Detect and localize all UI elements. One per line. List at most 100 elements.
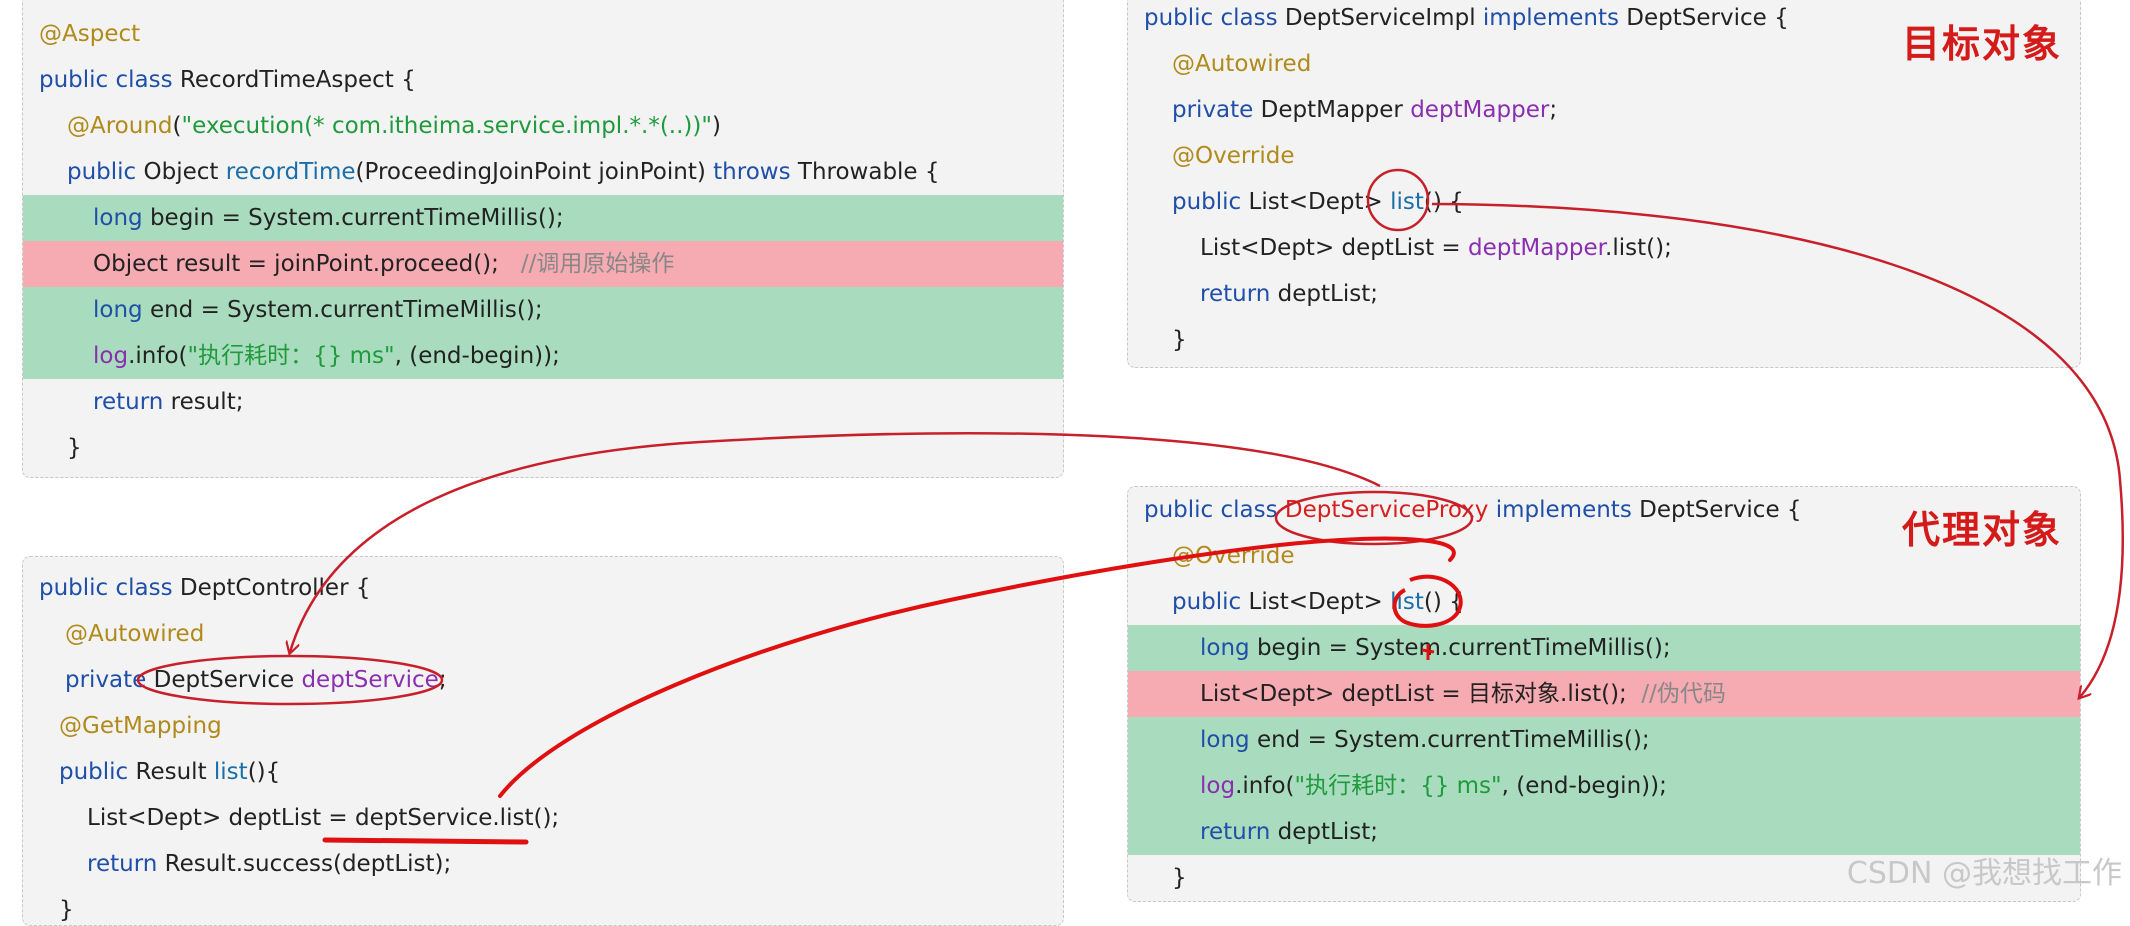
autowired-annotation: @Autowired — [65, 621, 205, 647]
string-literal: "执行耗时：{} ms" — [187, 343, 395, 369]
class-name: DeptController { — [179, 575, 371, 601]
class-name: RecordTimeAspect { — [179, 67, 416, 93]
return-type: List<Dept> — [1248, 589, 1383, 615]
code-line: @Around("execution(* com.itheima.service… — [23, 103, 1063, 149]
field-type: DeptService — [153, 667, 295, 693]
code-line: List<Dept> deptList = deptService.list()… — [23, 795, 1063, 841]
code-text: () { — [1423, 589, 1464, 615]
field-name: deptMapper — [1410, 97, 1550, 123]
highlight-line: Object result = joinPoint.proceed(); //调… — [23, 241, 1063, 287]
keyword: throws — [713, 159, 791, 185]
return-type: Result — [135, 759, 207, 785]
keyword: long — [1200, 727, 1250, 753]
keyword: private — [65, 667, 147, 693]
keyword: public — [59, 759, 129, 785]
code-text: begin = System.currentTimeMillis(); — [149, 205, 564, 231]
code-line: public Result list(){ — [23, 749, 1063, 795]
code-comment: //调用原始操作 — [520, 251, 675, 277]
proxy-object-label: 代理对象 — [1901, 507, 2062, 552]
code-text: (){ — [247, 759, 281, 785]
impl-code-panel: public class DeptServiceImpl implements … — [1127, 0, 2081, 368]
code-text: end = System.currentTimeMillis(); — [1256, 727, 1650, 753]
keyword: public class — [1144, 497, 1278, 523]
code-line: } — [23, 425, 1063, 471]
proxy-class-name: DeptServiceProxy — [1284, 497, 1489, 523]
code-line: public Object recordTime(ProceedingJoinP… — [23, 149, 1063, 195]
keyword: return — [1200, 281, 1271, 307]
logger-field: log — [93, 343, 129, 369]
keyword: public — [1172, 589, 1242, 615]
getmapping-annotation: @GetMapping — [59, 713, 222, 739]
close-brace: } — [1172, 327, 1187, 353]
code-text: List<Dept> deptList = — [1200, 235, 1461, 261]
return-type: Object — [143, 159, 219, 185]
code-text: Object result = joinPoint.proceed(); — [93, 251, 499, 277]
code-line: @Autowired — [23, 611, 1063, 657]
highlight-line: List<Dept> deptList = 目标对象.list(); //伪代码 — [1128, 671, 2080, 717]
keyword: public class — [39, 67, 173, 93]
override-annotation: @Override — [1172, 143, 1295, 169]
highlight-line: long end = System.currentTimeMillis(); — [1128, 717, 2080, 763]
code-line: } — [1128, 317, 2080, 363]
code-text: , (end-begin)); — [1501, 773, 1667, 799]
code-line: return Result.success(deptList); — [23, 841, 1063, 887]
code-text: deptList; — [1277, 281, 1378, 307]
code-line: public List<Dept> list() { — [1128, 179, 2080, 225]
method-name: list — [213, 759, 248, 785]
aspect-annotation: @Aspect — [39, 21, 141, 47]
close-brace: } — [59, 897, 74, 923]
keyword: public — [1172, 189, 1242, 215]
code-text: result; — [170, 389, 244, 415]
code-line: @Override — [1128, 133, 2080, 179]
code-line: public List<Dept> list() { — [1128, 579, 2080, 625]
code-line: List<Dept> deptList = deptMapper.list(); — [1128, 225, 2080, 271]
code-line: public class DeptController { — [23, 565, 1063, 611]
close-brace: } — [67, 435, 82, 461]
keyword: return — [87, 851, 158, 877]
highlight-line: log.info("执行耗时：{} ms", (end-begin)); — [1128, 763, 2080, 809]
keyword: private — [1172, 97, 1254, 123]
field-name: deptService — [301, 667, 439, 693]
code-text: deptList; — [1277, 819, 1378, 845]
code-text: end = System.currentTimeMillis(); — [149, 297, 543, 323]
code-line: return result; — [23, 379, 1063, 425]
keyword: public — [67, 159, 137, 185]
csdn-watermark: CSDN @我想找工作 — [1846, 856, 2122, 891]
keyword: return — [93, 389, 164, 415]
pointcut-expression: "execution(* com.itheima.service.impl.*.… — [181, 113, 712, 139]
keyword: implements — [1482, 5, 1619, 31]
keyword: public class — [39, 575, 173, 601]
code-text: () { — [1423, 189, 1464, 215]
code-text: .info( — [128, 343, 188, 369]
keyword: return — [1200, 819, 1271, 845]
around-annotation: @Around — [67, 113, 173, 139]
highlight-line: long begin = System.currentTimeMillis(); — [1128, 625, 2080, 671]
service-call: List<Dept> deptList = deptService.list()… — [87, 805, 560, 831]
autowired-annotation: @Autowired — [1172, 51, 1312, 77]
code-line: @GetMapping — [23, 703, 1063, 749]
close-brace: } — [1172, 865, 1187, 891]
controller-code-panel: public class DeptController { @Autowired… — [22, 556, 1064, 926]
code-text: .info( — [1235, 773, 1295, 799]
logger-field: log — [1200, 773, 1236, 799]
method-name: recordTime — [225, 159, 356, 185]
highlight-line: long begin = System.currentTimeMillis(); — [23, 195, 1063, 241]
code-line: return deptList; — [1128, 271, 2080, 317]
highlight-line: log.info("执行耗时：{} ms", (end-begin)); — [23, 333, 1063, 379]
code-text: begin = System.currentTimeMillis(); — [1256, 635, 1671, 661]
string-literal: "执行耗时：{} ms" — [1294, 773, 1502, 799]
target-object-label: 目标对象 — [1901, 21, 2062, 66]
method-name: list — [1390, 589, 1424, 615]
highlight-line: long end = System.currentTimeMillis(); — [23, 287, 1063, 333]
code-text: , (end-begin)); — [394, 343, 560, 369]
return-type: List<Dept> — [1248, 189, 1383, 215]
method-params: (ProceedingJoinPoint joinPoint) — [355, 159, 706, 185]
override-annotation: @Override — [1172, 543, 1295, 569]
aspect-code-panel: @Aspect public class RecordTimeAspect { … — [22, 0, 1064, 478]
code-comment: //伪代码 — [1641, 681, 1726, 707]
code-line: @Aspect — [23, 11, 1063, 57]
interface-name: DeptService { — [1626, 5, 1789, 31]
code-line: private DeptMapper deptMapper; — [1128, 87, 2080, 133]
keyword: implements — [1495, 497, 1632, 523]
code-text: List<Dept> deptList = 目标对象.list(); — [1200, 681, 1627, 707]
